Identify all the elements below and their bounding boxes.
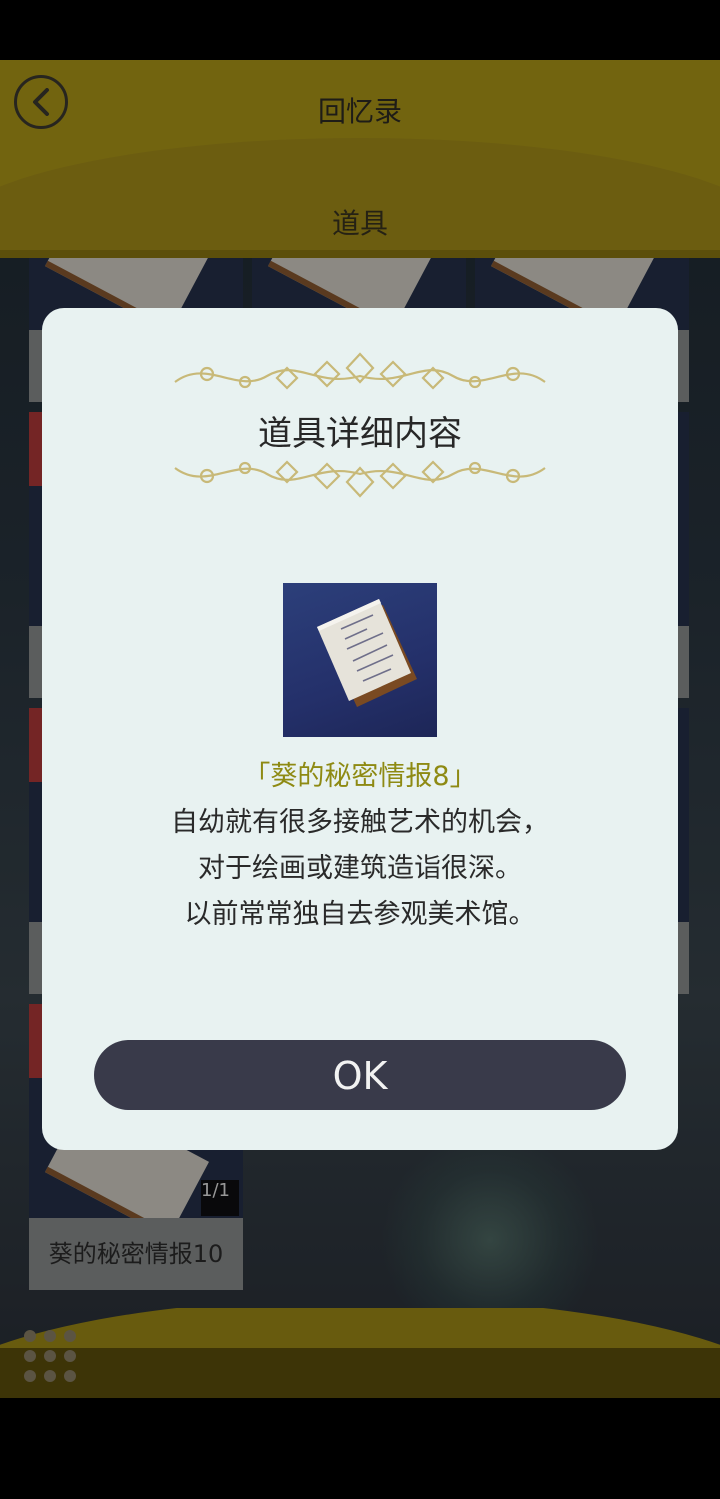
item-description-line: 以前常常独自去参观美术馆。 [184, 899, 536, 930]
vine-ornament-icon [174, 460, 546, 498]
notebook-icon [317, 599, 417, 707]
item-detail-dialog: 道具详细内容 「葵的秘密情报8」 自幼就有很多接触艺术的机会， 对于绘画或建筑造… [42, 308, 678, 1150]
vine-ornament-icon [174, 352, 546, 390]
item-name: 「葵的秘密情报8」 [243, 761, 477, 792]
status-bar [0, 0, 720, 60]
item-image [283, 583, 437, 737]
item-description-line: 对于绘画或建筑造诣很深。 [198, 853, 522, 884]
navigation-bar [0, 1398, 720, 1499]
item-description-line: 自幼就有很多接触艺术的机会， [171, 807, 549, 838]
ok-button[interactable]: OK [94, 1040, 626, 1110]
